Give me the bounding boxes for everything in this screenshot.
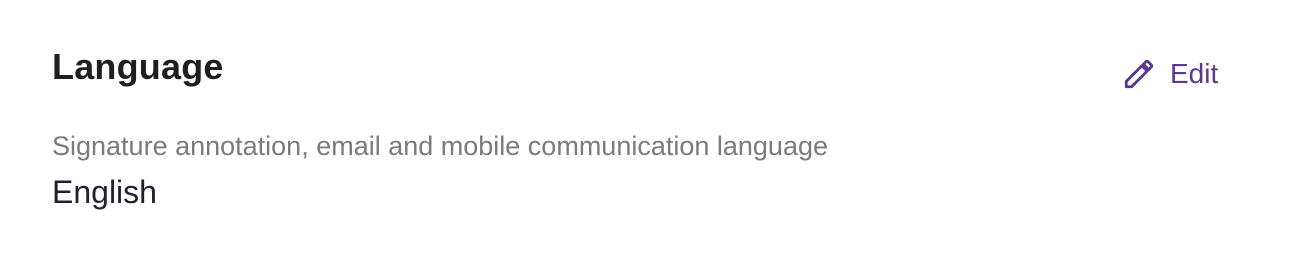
edit-button[interactable]: Edit — [1122, 54, 1218, 94]
language-settings-card: Language Edit Signature annotation, emai… — [0, 0, 1294, 254]
edit-label: Edit — [1170, 58, 1219, 89]
section-title: Language — [52, 46, 224, 87]
language-value: English — [52, 174, 157, 210]
pencil-icon — [1122, 57, 1156, 91]
section-description: Signature annotation, email and mobile c… — [52, 131, 828, 161]
